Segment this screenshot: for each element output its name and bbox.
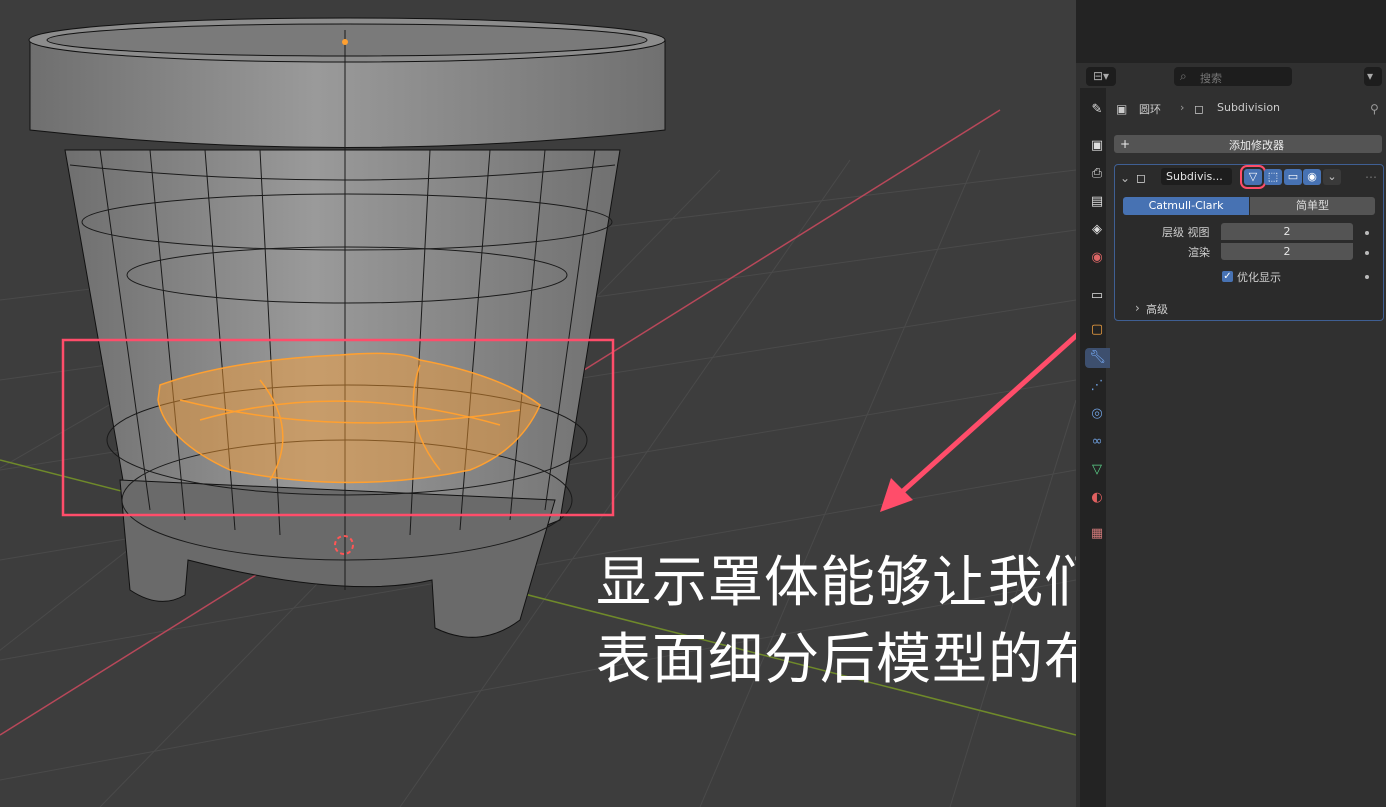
origin-dot: [342, 39, 348, 45]
render-icon[interactable]: ▣: [1087, 136, 1107, 156]
plus-icon: +: [1120, 137, 1131, 151]
physics-icon[interactable]: ◎: [1087, 404, 1107, 424]
collection-icon[interactable]: ▭: [1087, 286, 1107, 306]
collapse-chevron-icon[interactable]: ⌄: [1120, 170, 1130, 186]
add-modifier-button[interactable]: + 添加修改器: [1114, 135, 1382, 153]
constraints-icon[interactable]: ∞: [1087, 432, 1107, 452]
modifier-name-field[interactable]: Subdivis...: [1161, 168, 1232, 185]
advanced-subpanel[interactable]: 高级: [1146, 301, 1168, 317]
data-icon[interactable]: ▽: [1087, 460, 1107, 480]
texture-icon[interactable]: ▦: [1087, 524, 1107, 544]
material-icon[interactable]: ◐: [1087, 488, 1107, 508]
tool-icon[interactable]: ✎: [1087, 100, 1107, 120]
keyframe-dot[interactable]: [1365, 251, 1369, 255]
extras-dropdown-icon[interactable]: ⌄: [1323, 169, 1341, 185]
property-tabs: ✎ ▣ ⎙ ▤ ◈ ◉ ▭ ▢ 🔧︎ ⋰ ◎ ∞ ▽ ◐ ▦: [1080, 88, 1110, 807]
search-icon: ⌕: [1180, 69, 1187, 83]
modifier-icon: ◻: [1136, 171, 1146, 185]
output-icon[interactable]: ⎙: [1087, 164, 1107, 184]
object-type-icon: ▣: [1116, 102, 1128, 116]
catmull-clark-option[interactable]: Catmull-Clark: [1123, 197, 1249, 215]
simple-option[interactable]: 简单型: [1250, 197, 1375, 215]
optimal-display-checkbox[interactable]: ✓: [1222, 271, 1233, 282]
breadcrumb-modifier: Subdivision: [1217, 101, 1281, 114]
modifier-type-icon: ◻: [1194, 102, 1204, 116]
method-selector: Catmull-Clark 简单型: [1123, 197, 1377, 215]
3d-viewport[interactable]: 显示罩体能够让我们看见 表面细分后模型的布线情况: [0, 0, 1076, 807]
view-layer-icon[interactable]: ▤: [1087, 192, 1107, 212]
render-levels-label: 渲染: [1188, 246, 1210, 259]
render-levels-field[interactable]: 2: [1221, 243, 1353, 260]
properties-editor: ⊟▾ ⌕ 搜索 ▾ ✎ ▣ ⎙ ▤ ◈ ◉ ▭ ▢ 🔧︎ ⋰ ◎ ∞ ▽ ◐ ▦…: [1076, 0, 1386, 807]
object-icon[interactable]: ▢: [1087, 320, 1107, 340]
world-icon[interactable]: ◉: [1087, 248, 1107, 268]
particles-icon[interactable]: ⋰: [1087, 376, 1107, 396]
keyframe-dot[interactable]: [1365, 275, 1369, 279]
levels-viewport-field[interactable]: 2: [1221, 223, 1353, 240]
edit-mode-icon[interactable]: ⬚: [1264, 169, 1282, 185]
chevron-right-icon[interactable]: ›: [1135, 300, 1140, 316]
render-toggle-icon[interactable]: ◉: [1303, 169, 1321, 185]
modifier-name: Subdivis...: [1166, 170, 1223, 183]
wrench-icon[interactable]: 🔧︎: [1085, 348, 1110, 368]
breadcrumb-separator: ›: [1180, 101, 1185, 114]
chevron-down-icon: ▾: [1367, 69, 1374, 83]
annotation-line-1: 显示罩体能够让我们看见: [596, 550, 1076, 614]
search-input[interactable]: ⌕ 搜索: [1174, 67, 1292, 86]
subdivision-modifier-panel: ⌄ ◻ Subdivis... ✕ ⋯ Catmull-Clark 简单型 层级…: [1114, 164, 1384, 321]
pin-icon[interactable]: ⚲: [1370, 101, 1379, 117]
editor-type-button[interactable]: ⊟▾: [1086, 67, 1116, 86]
annotation-line-2: 表面细分后模型的布线情况: [596, 627, 1076, 691]
keyframe-dot[interactable]: [1365, 231, 1369, 235]
scene-icon[interactable]: ◈: [1087, 220, 1107, 240]
add-modifier-label: 添加修改器: [1229, 139, 1284, 152]
upper-area: [1076, 0, 1386, 63]
options-dropdown[interactable]: ▾: [1364, 67, 1382, 86]
drag-handle-icon[interactable]: ⋯: [1365, 169, 1377, 185]
optimal-display-label: 优化显示: [1237, 271, 1281, 284]
levels-viewport-label: 层级 视图: [1162, 226, 1210, 239]
on-cage-icon[interactable]: ▽: [1240, 165, 1266, 189]
breadcrumb-object: 圆环: [1139, 103, 1161, 116]
realtime-icon[interactable]: ▭: [1284, 169, 1302, 185]
search-placeholder: 搜索: [1200, 72, 1222, 85]
editor-type-icon: ⊟▾: [1092, 69, 1110, 83]
